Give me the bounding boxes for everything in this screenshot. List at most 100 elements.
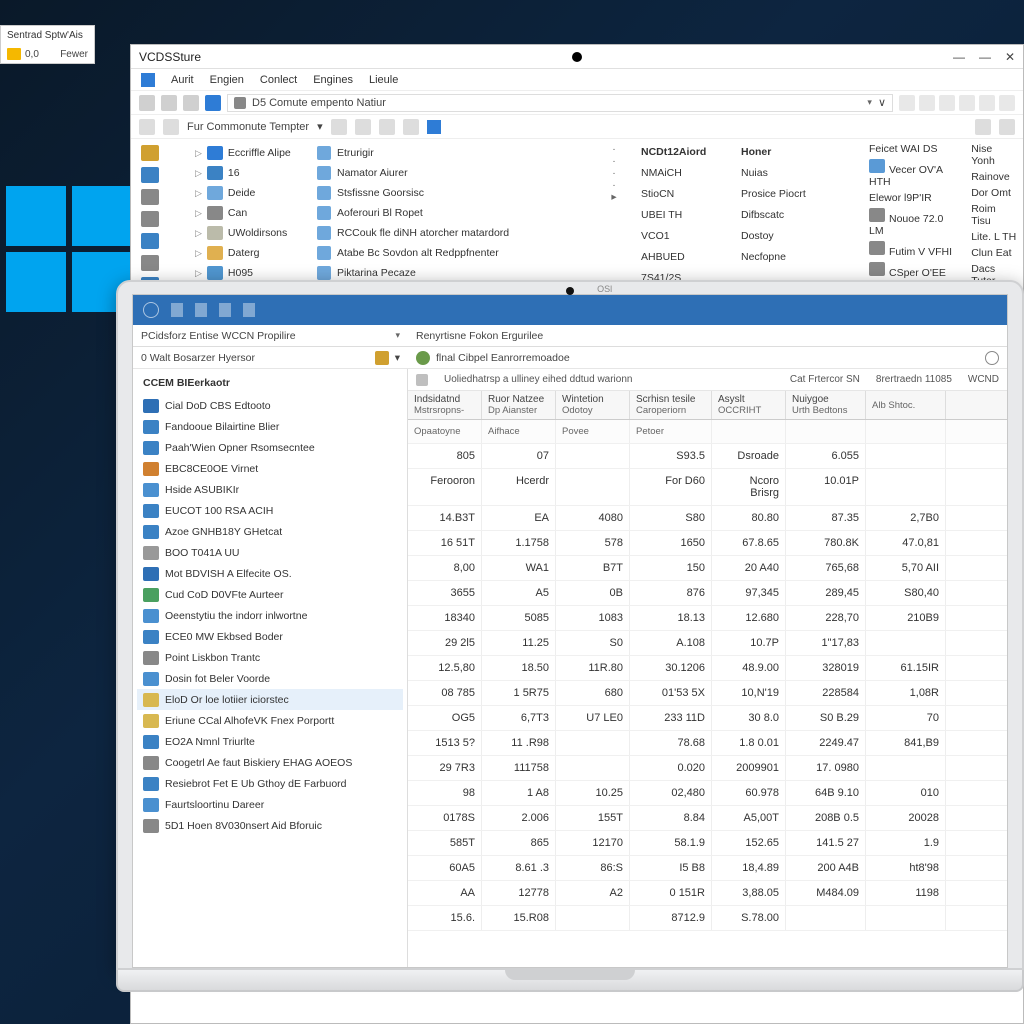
table-row[interactable]: 183405085108318.1312.680228,70210B9 [408,606,1007,631]
list-item[interactable]: Namator Aiurer [317,163,595,183]
table-row[interactable]: 14.B3TEA4080S8080.8087.352,7B0 [408,506,1007,531]
table-row[interactable]: 15.6.15.R088712.9S.78.00 [408,906,1007,931]
tree-item[interactable]: BOO T041A UU [137,542,403,563]
menu-item[interactable]: Aurit [171,74,194,86]
refresh-icon[interactable] [999,95,1015,111]
app-menu-icon[interactable] [143,302,159,318]
tree-item[interactable]: ▷Eccriffle Alipe [193,143,309,163]
tree-item[interactable]: Cial DoD CBS Edtooto [137,395,403,416]
rail-icon[interactable] [141,167,159,183]
list-item[interactable]: Etrurigir [317,143,595,163]
tree-item[interactable]: EBC8CE0OE Virnet [137,458,403,479]
tool-icon[interactable] [355,119,371,135]
menu-item[interactable]: Lieule [369,74,398,86]
table-row[interactable]: AA12778A20 151R3,88.05M484.091198 [408,881,1007,906]
rail-icon[interactable] [141,145,159,161]
tool-icon[interactable] [403,119,419,135]
rail-icon[interactable] [141,211,159,227]
list-item[interactable]: Aoferouri Bl Ropet [317,203,595,223]
tree-item[interactable]: Eriune CCal AlhofeVK Fnex Porportt [137,710,403,731]
menu-item[interactable]: Engien [210,74,244,86]
gear-icon[interactable] [985,351,999,365]
ribbon-icon[interactable] [171,303,183,317]
tree-item[interactable]: Hside ASUBIKIr [137,479,403,500]
close-button[interactable]: ✕ [1005,50,1015,64]
tool-icon[interactable] [975,119,991,135]
column-header[interactable]: Scrhisn tesileCaroperiorn [630,391,712,419]
column-header[interactable]: Ruor NatzeeDp Aianster [482,391,556,419]
tree-item[interactable]: EUCOT 100 RSA ACIH [137,500,403,521]
table-row[interactable]: 08 7851 5R7568001'53 5X10,N'192285841,08… [408,681,1007,706]
minimize-button[interactable]: — [953,50,965,64]
tree-item[interactable]: 5D1 Hoen 8V030nsert Aid Bforuic [137,815,403,836]
filter-icon[interactable] [416,374,428,386]
ribbon-icon[interactable] [195,303,207,317]
tree-item[interactable]: ▷UWoldirsons [193,223,309,243]
tree-item[interactable]: ▷Daterg [193,243,309,263]
tool-icon[interactable] [939,95,955,111]
table-row[interactable]: 8,00WA1B7T15020 A40765,685,70 AII [408,556,1007,581]
maximize-button[interactable]: — [979,50,991,64]
menu-item[interactable]: Conlect [260,74,297,86]
table-row[interactable]: 1513 5?11 .R9878.681.8 0.012249.47841,B9 [408,731,1007,756]
table-row[interactable]: OG56,7T3U7 LE0233 11D30 8.0S0 B.2970 [408,706,1007,731]
ribbon-icon[interactable] [243,303,255,317]
tree-item[interactable]: EloD Or loe lotiier iciorstec [137,689,403,710]
tree-item[interactable]: ▷Can [193,203,309,223]
tool-icon[interactable] [919,95,935,111]
tree-item[interactable]: ▷16 [193,163,309,183]
table-row[interactable]: 60A58.61 .386:SI5 B818,4.89200 A4Bht8'98 [408,856,1007,881]
nav-up-icon[interactable] [183,95,199,111]
ribbon-icon[interactable] [219,303,231,317]
nav-fwd-icon[interactable] [161,95,177,111]
tree-item[interactable]: ECE0 MW Ekbsed Boder [137,626,403,647]
folder-icon[interactable] [375,351,389,365]
table-row[interactable]: 981 A810.2502,48060.97864B 9.10010 [408,781,1007,806]
table-row[interactable]: 80507S93.5Dsroade6.055 [408,444,1007,469]
table-row[interactable]: 12.5,8018.5011R.8030.120648.9.0032801961… [408,656,1007,681]
menu-item[interactable]: Engines [313,74,353,86]
tool-icon[interactable] [139,119,155,135]
column-header[interactable]: WintetionOdotoy [556,391,630,419]
rail-icon[interactable] [141,189,159,205]
table-row[interactable]: 3655A50B87697,345289,45S80,40 [408,581,1007,606]
tree-item[interactable]: Coogetrl Ae faut Biskiery EHAG AOEOS [137,752,403,773]
tool-icon[interactable] [999,119,1015,135]
column-header[interactable]: Alb Shtoc. [866,391,946,419]
chevron-down-icon[interactable]: ▾ [867,97,872,108]
tree-item[interactable]: Azoe GNHB18Y GHetcat [137,521,403,542]
chevron-down-icon[interactable]: ▾ [317,120,323,133]
tool-icon[interactable] [979,95,995,111]
list-item[interactable]: Atabe Bc Sovdon alt Redppfnenter [317,243,595,263]
column-header[interactable]: IndsidatndMstrsropns- [408,391,482,419]
table-row[interactable]: 29 2l511.25S0A.10810.7P1"17,83 [408,631,1007,656]
column-header[interactable]: NuiygoeUrth Bedtons [786,391,866,419]
tree-item[interactable]: Mot BDVISH A Elfecite OS. [137,563,403,584]
tool-icon[interactable] [959,95,975,111]
nav-back-icon[interactable] [139,95,155,111]
table-row[interactable]: 16 51T1.1758578165067.8.65780.8K47.0,81 [408,531,1007,556]
address-bar[interactable]: D5 Comute empento Natiur ▾ ∨ [227,94,893,112]
column-header[interactable]: AsysltOCCRIHT [712,391,786,419]
rail-icon[interactable] [141,255,159,271]
tool-icon[interactable] [427,120,441,134]
tree-item[interactable]: Point Liskbon Trantc [137,647,403,668]
tree-item[interactable]: Fandooue Bilairtine Blier [137,416,403,437]
table-row[interactable]: FerooronHcerdrFor D60Ncoro Brisrg10.01P [408,469,1007,506]
home-icon[interactable] [205,95,221,111]
tool-icon[interactable] [331,119,347,135]
table-row[interactable]: 29 7R31117580.020200990117. 0980 [408,756,1007,781]
tree-item[interactable]: Faurtsloortinu Dareer [137,794,403,815]
tool-icon[interactable] [163,119,179,135]
tree-item[interactable]: EO2A Nmnl Triurlte [137,731,403,752]
tree-item[interactable]: Resiebrot Fet E Ub Gthoy dE Farbuord [137,773,403,794]
rail-icon[interactable] [141,233,159,249]
list-item[interactable]: Stsfissne Goorsisc [317,183,595,203]
tree-item[interactable]: Oeenstytiu the indorr inlwortne [137,605,403,626]
chevron-down-icon[interactable]: ▾ [395,330,400,341]
tool-icon[interactable] [379,119,395,135]
expand-icon[interactable]: ▸ [611,191,616,203]
tree-item[interactable]: ▷Deide [193,183,309,203]
table-row[interactable]: 585T8651217058.1.9152.65141.5 271.9 [408,831,1007,856]
list-item[interactable]: RCCouk fle diNH atorcher matardord [317,223,595,243]
